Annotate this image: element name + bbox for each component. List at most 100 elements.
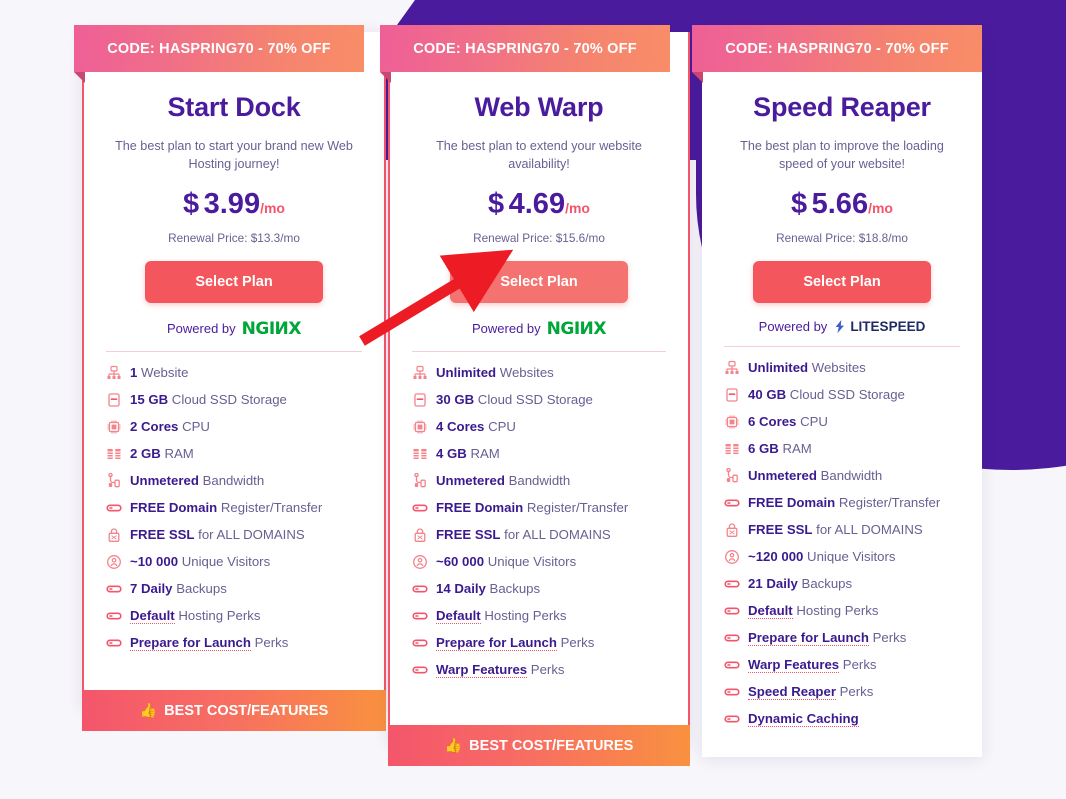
feature-text: 21 Daily Backups bbox=[748, 576, 852, 592]
websites-icon bbox=[724, 360, 740, 376]
divider bbox=[724, 345, 960, 347]
lock-icon bbox=[106, 527, 122, 543]
select-plan-button[interactable]: Select Plan bbox=[145, 260, 323, 303]
feature-item[interactable]: Speed Reaper Perks bbox=[722, 679, 962, 706]
feature-item[interactable]: Prepare for Launch Perks bbox=[104, 630, 364, 657]
feature-highlight: Unmetered bbox=[436, 473, 505, 489]
ram-icon bbox=[106, 446, 122, 462]
promo-ribbon: CODE: HASPRING70 - 70% OFF bbox=[74, 25, 364, 83]
powered-by: Powered by LITESPEED bbox=[720, 319, 964, 346]
best-value-label: BEST COST/FEATURES bbox=[469, 737, 634, 754]
feature-highlight: Warp Features bbox=[436, 662, 528, 679]
promo-code-text: CODE: HASPRING70 - 70% OFF bbox=[107, 40, 331, 57]
feature-text: FREE Domain Register/Transfer bbox=[748, 495, 940, 511]
feature-rest: for ALL DOMAINS bbox=[816, 522, 923, 538]
thumbs-up-icon: 👍 bbox=[444, 737, 463, 753]
feature-rest: Unique Visitors bbox=[807, 549, 896, 565]
feature-text: Speed Reaper Perks bbox=[748, 684, 873, 701]
visitors-icon bbox=[412, 554, 428, 570]
feature-item[interactable]: Prepare for Launch Perks bbox=[410, 630, 668, 657]
feature-item: 14 Daily Backups bbox=[410, 576, 668, 603]
feature-item[interactable]: Default Hosting Perks bbox=[722, 598, 962, 625]
feature-list: Unlimited Websites 40 GB Cloud SSD Stora… bbox=[720, 355, 964, 733]
ribbon-fold bbox=[74, 72, 85, 83]
pill-icon bbox=[412, 608, 428, 624]
lock-icon bbox=[412, 527, 428, 543]
feature-highlight: FREE Domain bbox=[436, 500, 524, 516]
feature-rest: Register/Transfer bbox=[526, 500, 629, 516]
feature-text: FREE Domain Register/Transfer bbox=[436, 500, 628, 516]
feature-highlight: 15 GB bbox=[130, 392, 169, 408]
feature-rest: Cloud SSD Storage bbox=[477, 392, 593, 408]
feature-highlight: FREE SSL bbox=[748, 522, 813, 538]
price-currency: $ bbox=[488, 187, 505, 220]
best-value-banner: 👍 BEST COST/FEATURES bbox=[82, 690, 386, 731]
feature-item[interactable]: Default Hosting Perks bbox=[410, 603, 668, 630]
feature-rest: Backups bbox=[801, 576, 853, 592]
pill-icon bbox=[106, 635, 122, 651]
select-plan-button[interactable]: Select Plan bbox=[450, 260, 628, 303]
feature-item: ~60 000 Unique Visitors bbox=[410, 549, 668, 576]
feature-text: FREE SSL for ALL DOMAINS bbox=[748, 522, 923, 538]
powered-by-label: Powered by bbox=[758, 318, 828, 334]
feature-text: 7 Daily Backups bbox=[130, 581, 227, 597]
price-currency: $ bbox=[791, 187, 808, 220]
feature-rest: Cloud SSD Storage bbox=[171, 392, 287, 408]
feature-item: 4 GB RAM bbox=[410, 441, 668, 468]
feature-highlight: ~120 000 bbox=[748, 549, 804, 565]
thumbs-up-icon: 👍 bbox=[139, 702, 158, 718]
storage-icon bbox=[412, 392, 428, 408]
feature-text: Prepare for Launch Perks bbox=[748, 630, 907, 647]
promo-code-text: CODE: HASPRING70 - 70% OFF bbox=[413, 40, 637, 57]
feature-text: 40 GB Cloud SSD Storage bbox=[748, 387, 905, 403]
feature-item: FREE Domain Register/Transfer bbox=[104, 495, 364, 522]
feature-highlight: Warp Features bbox=[748, 657, 840, 674]
feature-rest: Perks bbox=[872, 630, 907, 646]
pill-icon bbox=[106, 500, 122, 516]
feature-text: 2 Cores CPU bbox=[130, 419, 210, 435]
price-amount: 3.99 bbox=[203, 187, 261, 220]
feature-item: 21 Daily Backups bbox=[722, 571, 962, 598]
lock-icon bbox=[724, 522, 740, 538]
feature-item: FREE SSL for ALL DOMAINS bbox=[104, 522, 364, 549]
price-amount: 5.66 bbox=[811, 187, 869, 220]
feature-rest: CPU bbox=[182, 419, 210, 435]
feature-highlight: 21 Daily bbox=[748, 576, 798, 592]
feature-text: 1 Website bbox=[130, 365, 188, 381]
feature-text: ~60 000 Unique Visitors bbox=[436, 554, 576, 570]
divider bbox=[106, 350, 362, 352]
feature-highlight: ~60 000 bbox=[436, 554, 485, 570]
feature-item[interactable]: Dynamic Caching bbox=[722, 706, 962, 733]
divider bbox=[412, 350, 666, 352]
select-plan-button[interactable]: Select Plan bbox=[753, 260, 931, 303]
plan-title: Start Dock bbox=[167, 92, 301, 122]
feature-highlight: 2 Cores bbox=[130, 419, 179, 435]
feature-highlight: 14 Daily bbox=[436, 581, 486, 597]
feature-highlight: Unmetered bbox=[130, 473, 199, 489]
feature-item: FREE SSL for ALL DOMAINS bbox=[410, 522, 668, 549]
feature-highlight: 4 GB bbox=[436, 446, 467, 462]
feature-rest: Cloud SSD Storage bbox=[789, 387, 905, 403]
feature-rest: RAM bbox=[782, 441, 812, 457]
feature-highlight: 7 Daily bbox=[130, 581, 173, 597]
price-currency: $ bbox=[183, 187, 200, 220]
feature-highlight: 4 Cores bbox=[436, 419, 485, 435]
powered-by: Powered by NGINX bbox=[408, 319, 670, 351]
feature-item: Unlimited Websites bbox=[410, 360, 668, 387]
feature-text: Default Hosting Perks bbox=[130, 608, 260, 625]
plan-title: Speed Reaper bbox=[753, 92, 931, 122]
feature-item[interactable]: Warp Features Perks bbox=[722, 652, 962, 679]
feature-highlight: 6 GB bbox=[748, 441, 779, 457]
storage-icon bbox=[106, 392, 122, 408]
feature-rest: Perks bbox=[530, 662, 565, 678]
feature-item: 6 GB RAM bbox=[722, 436, 962, 463]
pill-icon bbox=[724, 684, 740, 700]
pill-icon bbox=[724, 495, 740, 511]
bandwidth-icon bbox=[724, 468, 740, 484]
feature-item: ~10 000 Unique Visitors bbox=[104, 549, 364, 576]
feature-item[interactable]: Default Hosting Perks bbox=[104, 603, 364, 630]
feature-item[interactable]: Warp Features Perks bbox=[410, 657, 668, 684]
feature-item[interactable]: Prepare for Launch Perks bbox=[722, 625, 962, 652]
pricing-card: CODE: HASPRING70 - 70% OFF Start Dock Th… bbox=[74, 25, 386, 731]
feature-text: Default Hosting Perks bbox=[436, 608, 566, 625]
